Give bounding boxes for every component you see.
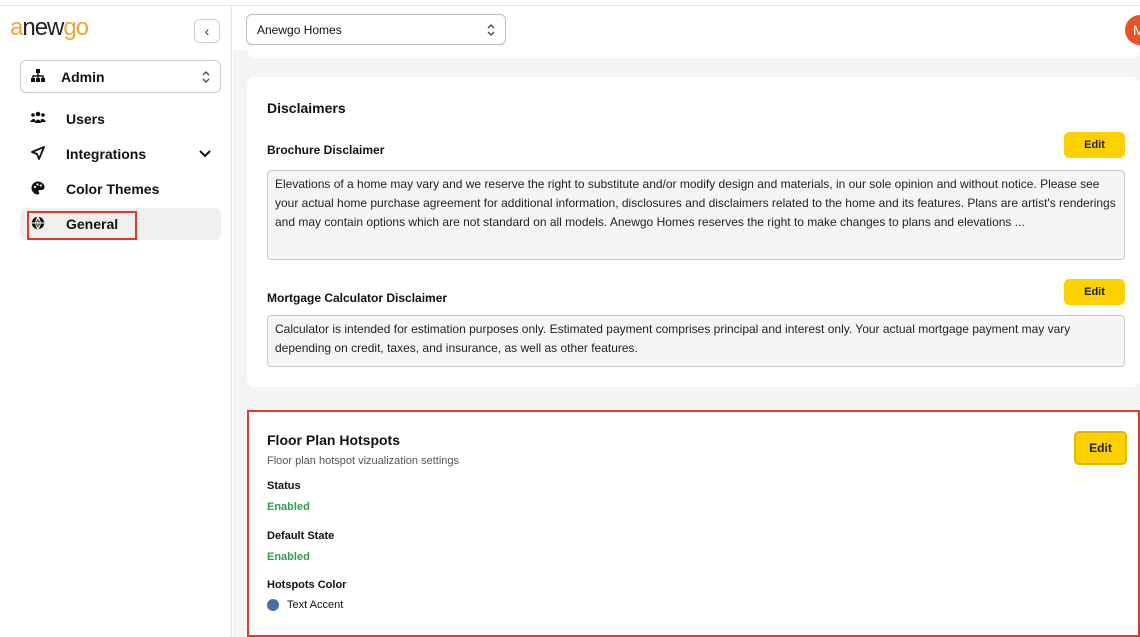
disclaimers-card: Disclaimers Brochure Disclaimer Edit Ele… [247, 77, 1140, 387]
avatar-initial: M [1133, 22, 1140, 38]
company-select[interactable]: Anewgo Homes [246, 14, 506, 45]
sidebar: anewgo ‹ Admin Users Integrations Color … [0, 6, 232, 637]
default-state-value: Enabled [267, 551, 310, 563]
status-label: Status [267, 480, 301, 492]
hotspots-color-value: Text Accent [267, 599, 343, 611]
sidebar-item-color-themes[interactable]: Color Themes [20, 173, 221, 205]
updown-chevron-icon [202, 70, 210, 83]
mortgage-disclaimer-label: Mortgage Calculator Disclaimer [267, 291, 448, 305]
general-highlight-box [27, 211, 137, 240]
logo-part-3: go [63, 14, 89, 41]
brochure-disclaimer-text: Elevations of a home may vary and we res… [267, 170, 1125, 260]
color-name: Text Accent [287, 599, 344, 611]
sitemap-icon [31, 68, 47, 85]
hotspots-color-label: Hotspots Color [267, 579, 347, 591]
avatar[interactable]: M [1125, 15, 1140, 45]
sidebar-item-users[interactable]: Users [20, 103, 221, 135]
brochure-edit-button[interactable]: Edit [1064, 132, 1125, 158]
status-value: Enabled [267, 501, 310, 513]
disclaimers-title: Disclaimers [267, 100, 346, 116]
logo-part-1: a [10, 14, 23, 41]
previous-card-bottom [247, 46, 1140, 58]
default-state-label: Default State [267, 530, 335, 542]
app-logo[interactable]: anewgo [10, 14, 89, 42]
logo-part-2: new [22, 14, 64, 41]
floor-plan-hotspots-card: Floor Plan Hotspots Floor plan hotspot v… [247, 410, 1140, 637]
role-select-label: Admin [61, 68, 105, 85]
send-icon [30, 145, 46, 163]
chevron-left-icon: ‹ [204, 23, 210, 39]
role-select[interactable]: Admin [20, 60, 221, 93]
hotspots-title: Floor Plan Hotspots [267, 432, 400, 448]
mortgage-disclaimer-text: Calculator is intended for estimation pu… [267, 315, 1125, 367]
collapse-sidebar-button[interactable]: ‹ [194, 19, 220, 43]
hotspots-description: Floor plan hotspot vizualization setting… [267, 455, 459, 467]
sidebar-item-label: Integrations [66, 146, 147, 162]
chevron-down-icon[interactable] [199, 147, 211, 161]
hotspots-edit-button[interactable]: Edit [1074, 431, 1127, 465]
sidebar-item-integrations[interactable]: Integrations [20, 138, 221, 170]
color-swatch [267, 599, 279, 611]
mortgage-edit-button[interactable]: Edit [1064, 279, 1125, 305]
sidebar-item-label: Users [66, 111, 105, 127]
users-icon [30, 111, 46, 127]
main-content: Disclaimers Brochure Disclaimer Edit Ele… [233, 46, 1140, 637]
sidebar-item-label: Color Themes [66, 181, 160, 197]
brochure-disclaimer-label: Brochure Disclaimer [267, 143, 385, 157]
palette-icon [30, 181, 46, 198]
company-select-label: Anewgo Homes [257, 22, 342, 37]
updown-chevron-icon [487, 23, 495, 36]
